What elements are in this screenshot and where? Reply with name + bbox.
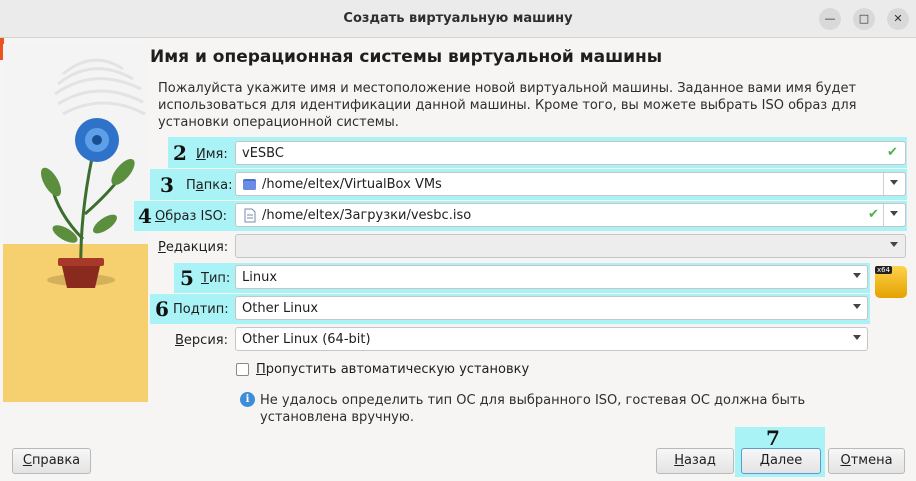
annotation-number: 4 (138, 204, 152, 228)
version-label: Версия: (175, 333, 228, 348)
maximize-icon[interactable]: □ (853, 8, 875, 30)
annotation-number: 7 (766, 426, 780, 450)
chevron-down-icon[interactable] (853, 304, 861, 309)
chevron-down-icon[interactable] (890, 211, 898, 216)
annotation-number: 2 (173, 141, 187, 165)
back-button[interactable]: Назад (656, 448, 734, 474)
help-button[interactable]: Справка (12, 448, 91, 474)
version-value: Other Linux (64-bit) (242, 332, 371, 347)
chevron-down-icon[interactable] (890, 180, 898, 185)
chevron-down-icon[interactable] (853, 335, 861, 340)
subtype-label: Подтип: (173, 302, 229, 317)
combo-separator (883, 204, 884, 226)
folder-icon (243, 179, 256, 190)
folder-value: /home/eltex/VirtualBox VMs (262, 177, 442, 192)
type-label: Тип: (201, 271, 231, 286)
window-title: Создать виртуальную машину (343, 11, 573, 26)
os-arch-badge: x64 (875, 266, 893, 274)
edition-label: Редакция: (158, 240, 229, 255)
minimize-icon[interactable]: — (819, 8, 841, 30)
type-value: Linux (242, 270, 278, 285)
annotation-number: 5 (180, 266, 194, 290)
annotation-number: 3 (160, 173, 174, 197)
version-select[interactable]: Other Linux (64-bit) (235, 327, 868, 351)
chevron-down-icon[interactable] (890, 242, 898, 247)
linux-os-icon: x64 (875, 266, 907, 298)
chevron-down-icon[interactable] (853, 273, 861, 278)
folder-select[interactable]: /home/eltex/VirtualBox VMs (235, 172, 906, 196)
name-field[interactable]: vESBC ✔ (235, 141, 906, 165)
folder-label: Папка: (186, 178, 233, 193)
valid-check-icon: ✔ (887, 145, 898, 160)
cancel-button[interactable]: Отмена (828, 448, 905, 474)
skip-unattended-label[interactable]: Пропустить автоматическую установку (256, 362, 529, 377)
iso-label: Образ ISO: (155, 209, 227, 224)
annotation-number: 6 (155, 297, 169, 321)
file-icon (244, 208, 256, 223)
info-message: Не удалось определить тип ОС для выбранн… (260, 393, 806, 425)
type-select[interactable]: Linux (235, 265, 868, 289)
skip-unattended-checkbox[interactable] (236, 363, 249, 376)
info-icon: i (240, 392, 255, 407)
name-value: vESBC (242, 146, 284, 161)
page-description: Пожалуйста укажите имя и местоположение … (158, 81, 857, 130)
valid-check-icon: ✔ (868, 207, 879, 222)
subtype-select[interactable]: Other Linux (235, 296, 868, 320)
iso-value: /home/eltex/Загрузки/vesbc.iso (262, 208, 472, 223)
close-icon[interactable]: ✕ (887, 8, 909, 30)
edition-select[interactable] (235, 234, 906, 258)
combo-separator (883, 173, 884, 195)
plant-illustration-icon (3, 44, 148, 402)
next-button[interactable]: Далее (741, 448, 821, 474)
wizard-illustration (3, 44, 148, 402)
page-heading: Имя и операционная системы виртуальной м… (150, 47, 663, 67)
name-label: Имя: (196, 147, 228, 162)
subtype-value: Other Linux (242, 301, 319, 316)
title-bar[interactable]: Создать виртуальную машину — □ ✕ (0, 0, 916, 38)
iso-select[interactable]: /home/eltex/Загрузки/vesbc.iso ✔ (235, 203, 906, 227)
